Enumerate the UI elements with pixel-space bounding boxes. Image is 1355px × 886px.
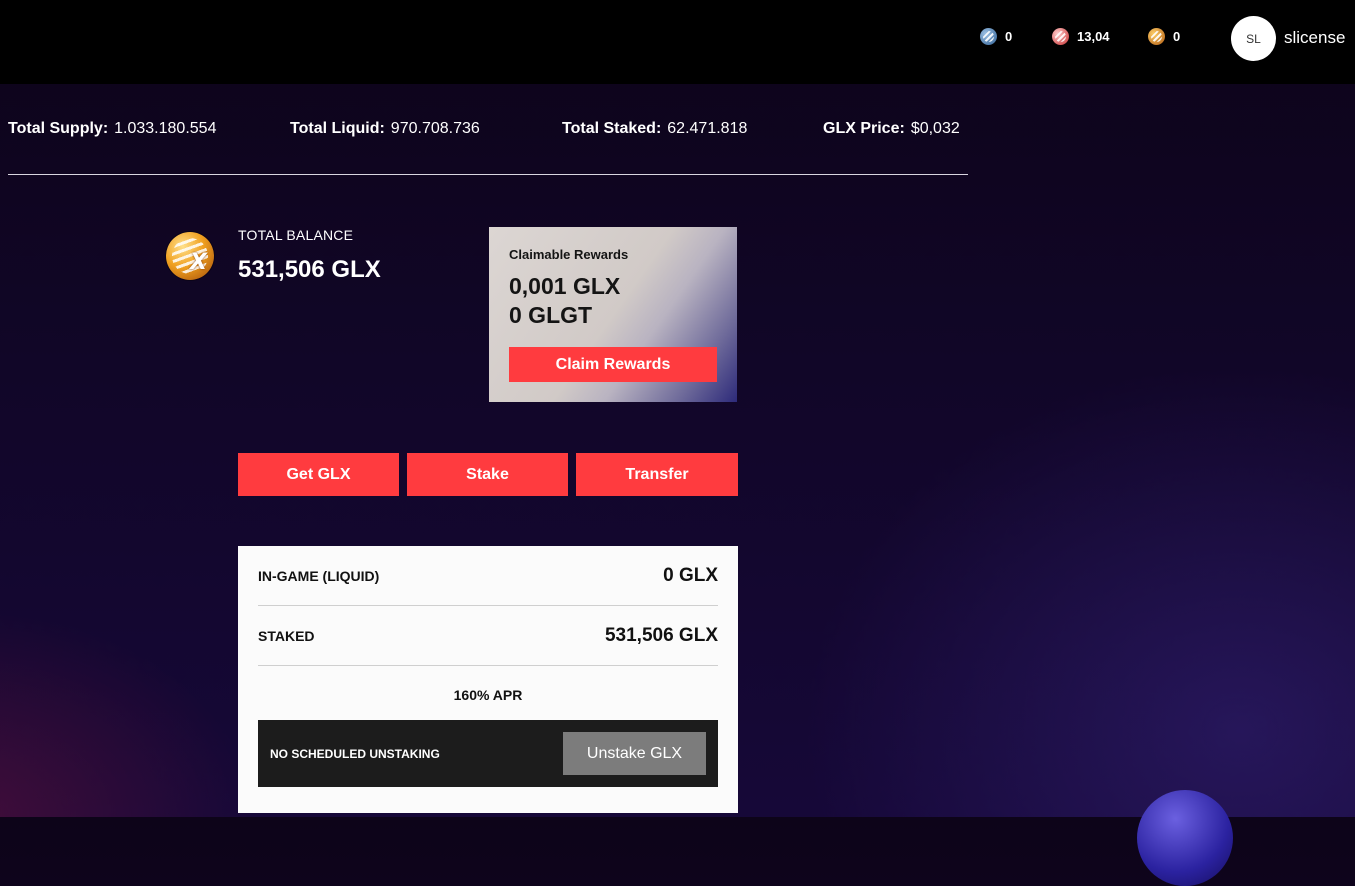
claim-title: Claimable Rewards: [509, 247, 629, 262]
username[interactable]: slicense: [1284, 28, 1345, 48]
liquid-row: IN-GAME (LIQUID) 0 GLX: [258, 546, 718, 606]
stat-value: 1.033.180.554: [114, 120, 217, 137]
get-glx-button[interactable]: Get GLX: [238, 453, 399, 496]
total-balance-value: 531,506 GLX: [238, 256, 381, 283]
stake-button[interactable]: Stake: [407, 453, 568, 496]
glx-coin-icon: [166, 232, 214, 280]
gold-coin-icon: [1148, 28, 1165, 45]
unstake-status: NO SCHEDULED UNSTAKING: [270, 746, 440, 761]
claim-rewards-button[interactable]: Claim Rewards: [509, 347, 717, 382]
token-balance-gold: 0: [1148, 28, 1180, 45]
stat-label: Total Supply:: [8, 120, 109, 137]
red-coin-icon: [1052, 28, 1069, 45]
staked-row: STAKED 531,506 GLX: [258, 606, 718, 666]
decorative-ball: [1137, 790, 1233, 886]
stat-value: 62.471.818: [667, 120, 748, 137]
stat-value: 970.708.736: [390, 120, 480, 137]
stats-divider: [8, 174, 968, 175]
stat-value: $0,032: [910, 120, 960, 137]
total-balance-label: TOTAL BALANCE: [238, 227, 354, 243]
stat-total-staked: Total Staked: 62.471.818: [562, 120, 747, 138]
avatar[interactable]: SL: [1231, 16, 1276, 61]
stat-label: GLX Price:: [823, 120, 905, 137]
liquid-label: IN-GAME (LIQUID): [258, 567, 380, 584]
stat-label: Total Liquid:: [290, 120, 385, 137]
token-value: 0: [1005, 29, 1013, 44]
top-bar: 0 13,04 0 SL slicense: [0, 0, 1355, 84]
liquid-value: 0 GLX: [663, 564, 718, 586]
staked-label: STAKED: [258, 627, 315, 644]
claim-glgt-amount: 0 GLGT: [509, 302, 593, 328]
unstake-glx-button[interactable]: Unstake GLX: [563, 732, 706, 775]
stat-glx-price: GLX Price: $0,032: [823, 120, 960, 138]
unstake-bar: NO SCHEDULED UNSTAKING Unstake GLX: [258, 720, 718, 787]
stat-label: Total Staked:: [562, 120, 662, 137]
blue-coin-icon: [980, 28, 997, 45]
stat-total-supply: Total Supply: 1.033.180.554: [8, 120, 216, 138]
balance-breakdown-panel: IN-GAME (LIQUID) 0 GLX STAKED 531,506 GL…: [238, 546, 738, 813]
transfer-button[interactable]: Transfer: [576, 453, 738, 496]
claim-glx-amount: 0,001 GLX: [509, 273, 621, 299]
token-balance-red: 13,04: [1052, 28, 1110, 45]
token-value: 13,04: [1077, 29, 1110, 44]
stat-total-liquid: Total Liquid: 970.708.736: [290, 120, 480, 138]
staked-value: 531,506 GLX: [604, 624, 718, 646]
apr-label: 160% APR: [453, 687, 523, 703]
claimable-rewards-card: Claimable Rewards 0,001 GLX 0 GLGT Claim…: [489, 227, 737, 402]
token-value: 0: [1173, 29, 1181, 44]
token-balance-blue: 0: [980, 28, 1012, 45]
